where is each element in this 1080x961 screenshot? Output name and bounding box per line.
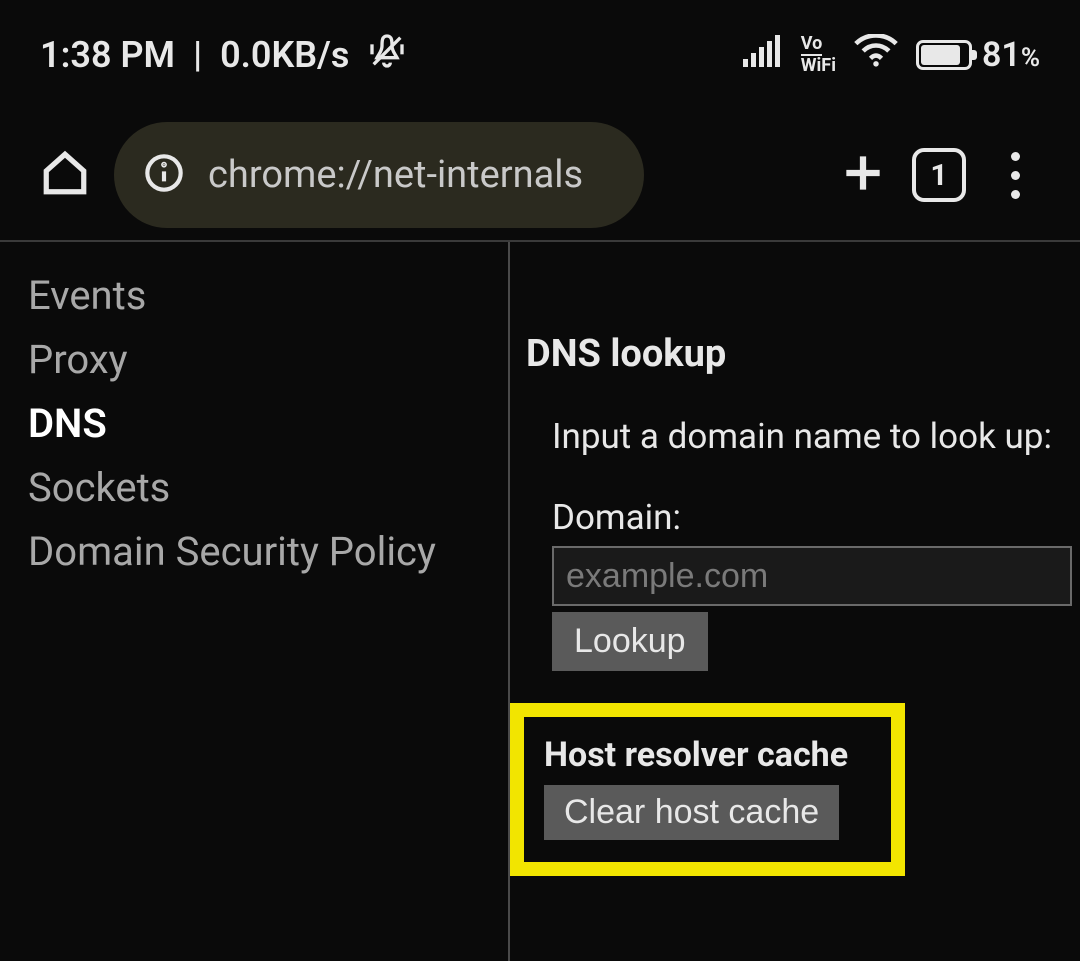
tab-count-button[interactable]: 1 <box>912 148 966 202</box>
info-icon <box>144 153 184 197</box>
battery-icon <box>916 40 972 70</box>
domain-label: Domain: <box>526 497 1080 538</box>
battery-unit: % <box>1021 43 1040 73</box>
new-tab-icon[interactable] <box>838 148 888 202</box>
status-separator: | <box>193 34 202 76</box>
sidebar-item-dns[interactable]: DNS <box>28 392 480 456</box>
status-left: 1:38 PM | 0.0KB/s <box>40 31 407 80</box>
home-icon[interactable] <box>40 148 90 202</box>
sidebar-item-events[interactable]: Events <box>28 264 480 328</box>
status-data-rate: 0.0KB/s <box>220 34 349 76</box>
main-panel: DNS lookup Input a domain name to look u… <box>510 242 1080 961</box>
domain-input[interactable] <box>552 546 1072 606</box>
battery-indicator: 81% <box>916 35 1040 75</box>
vowifi-icon: Vo WiFi <box>801 35 836 75</box>
sidebar-item-sockets[interactable]: Sockets <box>28 456 480 520</box>
menu-icon[interactable] <box>990 152 1040 199</box>
dns-lookup-title: DNS lookup <box>526 332 1080 376</box>
sidebar-item-domain-security-policy[interactable]: Domain Security Policy <box>28 520 480 584</box>
sidebar: Events Proxy DNS Sockets Domain Security… <box>0 242 510 961</box>
wifi-icon <box>854 34 898 77</box>
lookup-button[interactable]: Lookup <box>552 612 708 671</box>
tab-count-value: 1 <box>930 158 947 193</box>
battery-percent: 81 <box>982 35 1021 75</box>
content-area: Events Proxy DNS Sockets Domain Security… <box>0 242 1080 961</box>
host-resolver-cache-highlight: Host resolver cache Clear host cache <box>510 703 905 876</box>
host-resolver-cache-title: Host resolver cache <box>544 735 871 775</box>
dns-lookup-instruction: Input a domain name to look up: <box>526 416 1080 457</box>
url-bar[interactable]: chrome://net-internals <box>114 122 644 228</box>
status-right: Vo WiFi 81% <box>743 34 1040 77</box>
sidebar-item-proxy[interactable]: Proxy <box>28 328 480 392</box>
status-time: 1:38 PM <box>40 34 175 76</box>
mute-icon <box>367 31 407 80</box>
signal-icon <box>743 34 783 76</box>
url-text: chrome://net-internals <box>208 153 583 197</box>
browser-toolbar: chrome://net-internals 1 <box>0 110 1080 240</box>
status-bar: 1:38 PM | 0.0KB/s Vo WiFi <box>0 0 1080 110</box>
clear-host-cache-button[interactable]: Clear host cache <box>544 785 839 840</box>
